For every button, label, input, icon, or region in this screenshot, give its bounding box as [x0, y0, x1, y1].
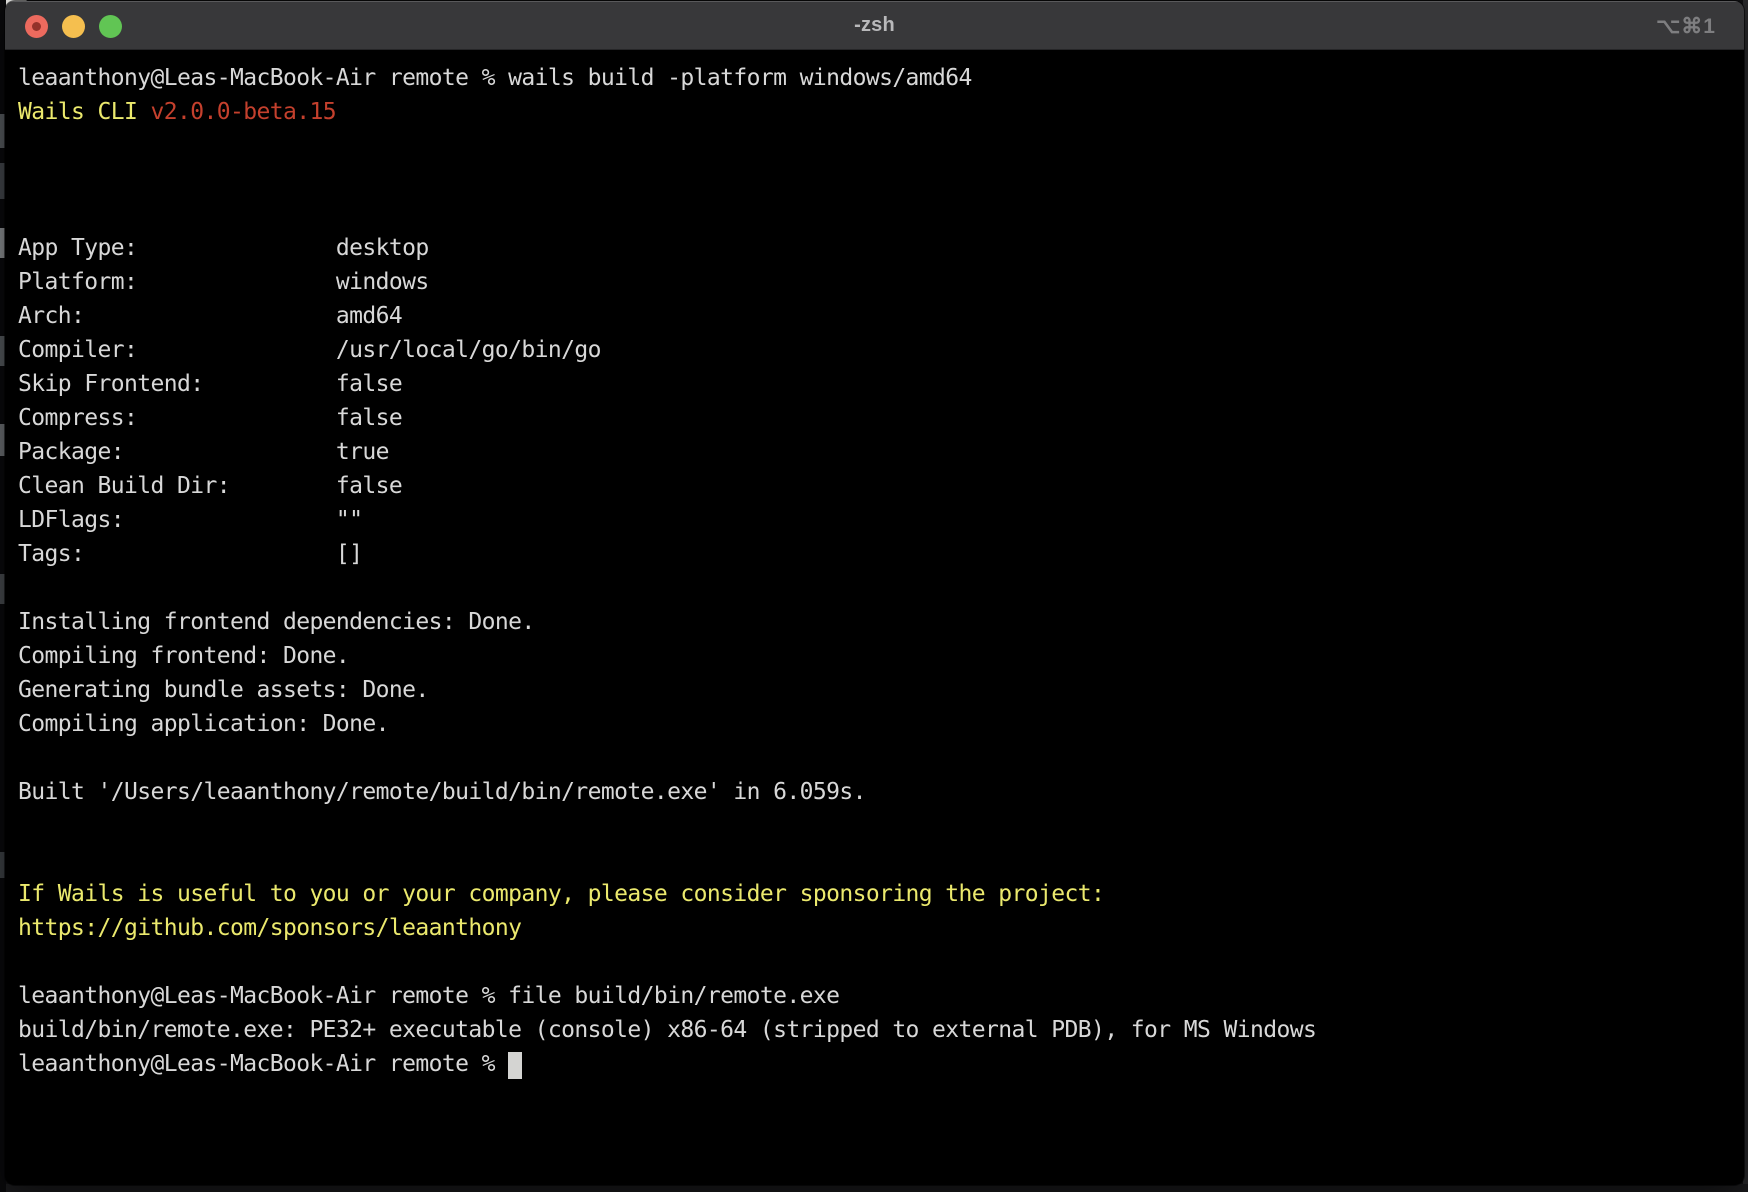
terminal-line: leaanthony@Leas-MacBook-Air remote % fil…	[18, 979, 1744, 1013]
terminal-window: -zsh ⌥⌘1 leaanthony@Leas-MacBook-Air rem…	[5, 1, 1744, 1185]
terminal-text-segment: Tags: []	[18, 541, 362, 567]
terminal-line	[18, 163, 1744, 197]
terminal-text-segment: v2.0.0-beta.15	[150, 99, 335, 125]
terminal-line: build/bin/remote.exe: PE32+ executable (…	[18, 1013, 1744, 1047]
terminal-line: Installing frontend dependencies: Done.	[18, 605, 1744, 639]
desktop-background-bottom	[0, 1184, 1748, 1192]
terminal-line: Generating bundle assets: Done.	[18, 673, 1744, 707]
terminal-text-segment: Arch: amd64	[18, 303, 402, 329]
terminal-text-segment: Compiling application: Done.	[18, 711, 389, 737]
terminal-line: Wails CLI v2.0.0-beta.15	[18, 95, 1744, 129]
terminal-text-segment: Platform: windows	[18, 269, 429, 295]
terminal-text-segment: Compress: false	[18, 405, 402, 431]
terminal-line: Built '/Users/leaanthony/remote/build/bi…	[18, 775, 1744, 809]
terminal-line	[18, 571, 1744, 605]
zoom-button[interactable]	[99, 15, 122, 38]
modified-indicator-icon	[32, 22, 41, 31]
terminal-line: leaanthony@Leas-MacBook-Air remote %	[18, 1047, 1744, 1081]
terminal-text-segment: build/bin/remote.exe: PE32+ executable (…	[18, 1017, 1316, 1043]
terminal-line	[18, 741, 1744, 775]
window-controls	[25, 2, 122, 51]
terminal-line: Compiling application: Done.	[18, 707, 1744, 741]
terminal-text-segment: Skip Frontend: false	[18, 371, 402, 397]
terminal-text-segment: Generating bundle assets: Done.	[18, 677, 429, 703]
terminal-text-segment: Installing frontend dependencies: Done.	[18, 609, 535, 635]
window-title: -zsh	[854, 14, 895, 37]
terminal-text-segment: Clean Build Dir: false	[18, 473, 402, 499]
terminal-text-segment: Built '/Users/leaanthony/remote/build/bi…	[18, 779, 866, 805]
terminal-line	[18, 809, 1744, 843]
terminal-screen[interactable]: leaanthony@Leas-MacBook-Air remote % wai…	[5, 50, 1744, 1184]
terminal-line	[18, 843, 1744, 877]
terminal-text-segment: Compiling frontend: Done.	[18, 643, 349, 669]
terminal-text-segment: Compiler: /usr/local/go/bin/go	[18, 337, 601, 363]
terminal-line: Platform: windows	[18, 265, 1744, 299]
terminal-line	[18, 197, 1744, 231]
minimize-button[interactable]	[62, 15, 85, 38]
window-shortcut-badge: ⌥⌘1	[1656, 2, 1716, 51]
terminal-text-segment: LDFlags: ""	[18, 507, 362, 533]
close-button[interactable]	[25, 15, 48, 38]
terminal-text-segment: App Type: desktop	[18, 235, 429, 261]
terminal-line: leaanthony@Leas-MacBook-Air remote % wai…	[18, 61, 1744, 95]
terminal-line: Compiler: /usr/local/go/bin/go	[18, 333, 1744, 367]
terminal-text-segment: Package: true	[18, 439, 389, 465]
terminal-line: Compiling frontend: Done.	[18, 639, 1744, 673]
terminal-line: https://github.com/sponsors/leaanthony	[18, 911, 1744, 945]
text-cursor	[508, 1052, 522, 1079]
terminal-line: Skip Frontend: false	[18, 367, 1744, 401]
terminal-line: Arch: amd64	[18, 299, 1744, 333]
terminal-text-segment: https://github.com/sponsors/leaanthony	[18, 915, 521, 941]
terminal-text-segment: leaanthony@Leas-MacBook-Air remote % wai…	[18, 65, 972, 91]
terminal-text-segment: If Wails is useful to you or your compan…	[18, 881, 1104, 907]
terminal-text-segment: Wails CLI	[18, 99, 150, 125]
terminal-line	[18, 945, 1744, 979]
terminal-line	[18, 129, 1744, 163]
terminal-line: Clean Build Dir: false	[18, 469, 1744, 503]
terminal-line: Tags: []	[18, 537, 1744, 571]
window-titlebar[interactable]: -zsh ⌥⌘1	[5, 1, 1744, 50]
terminal-line: Package: true	[18, 435, 1744, 469]
terminal-line: If Wails is useful to you or your compan…	[18, 877, 1744, 911]
terminal-text-segment: leaanthony@Leas-MacBook-Air remote %	[18, 1051, 508, 1077]
terminal-text-segment: leaanthony@Leas-MacBook-Air remote % fil…	[18, 983, 839, 1009]
terminal-line: Compress: false	[18, 401, 1744, 435]
terminal-line: App Type: desktop	[18, 231, 1744, 265]
terminal-line: LDFlags: ""	[18, 503, 1744, 537]
